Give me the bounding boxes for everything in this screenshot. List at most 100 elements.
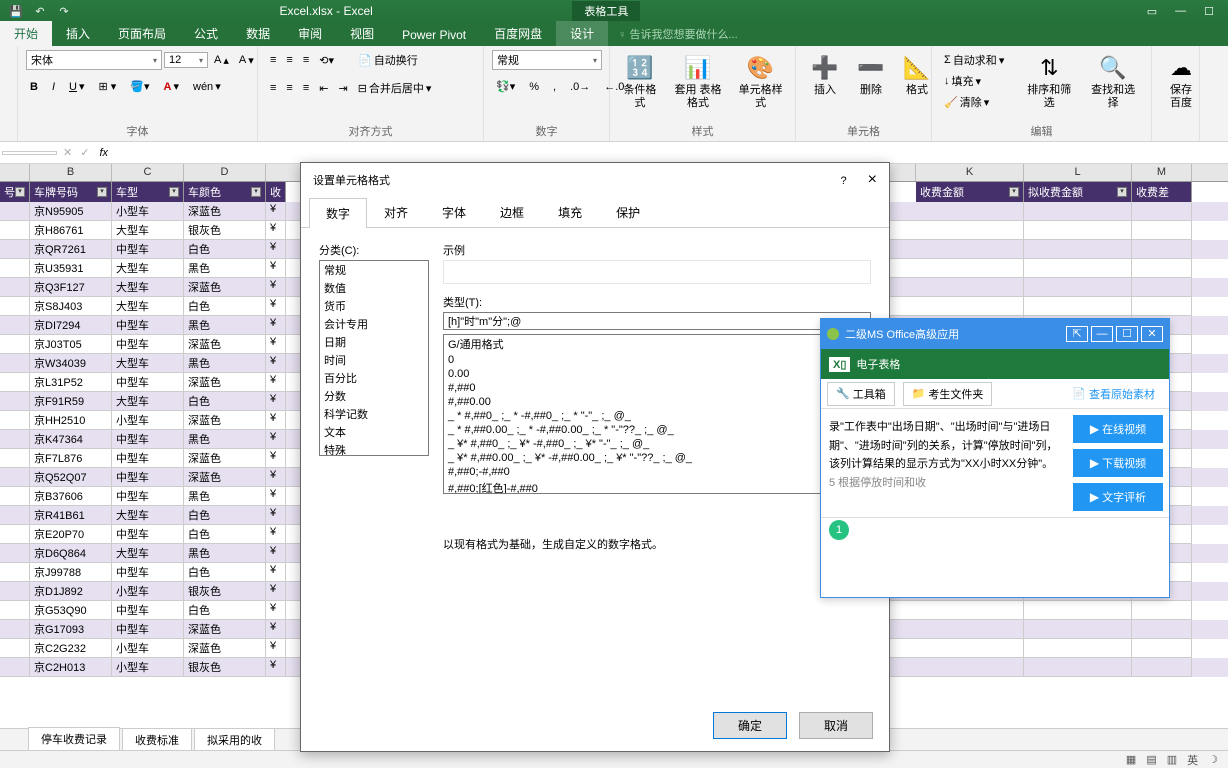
font-size-dropdown[interactable]: 12▾ — [164, 52, 208, 68]
helper-close-icon[interactable]: ✕ — [1141, 326, 1163, 342]
table-header[interactable]: 收 — [266, 182, 286, 202]
number-format-dropdown[interactable]: 常规▾ — [492, 50, 602, 70]
italic-button[interactable]: I — [48, 79, 59, 95]
font-name-dropdown[interactable]: 宋体▾ — [26, 50, 162, 70]
text-analysis-button[interactable]: ▶ 文字评析 — [1073, 483, 1163, 511]
online-video-button[interactable]: ▶ 在线视频 — [1073, 415, 1163, 443]
ok-button[interactable]: 确定 — [713, 712, 787, 739]
category-item[interactable]: 货币 — [320, 297, 428, 315]
category-item[interactable]: 文本 — [320, 423, 428, 441]
minimize-icon[interactable]: — — [1175, 5, 1186, 18]
align-middle-icon[interactable]: ≡ — [282, 52, 296, 68]
border-button[interactable]: ⊞ ▾ — [95, 78, 121, 95]
sheet-tab[interactable]: 停车收费记录 — [28, 727, 120, 752]
col-header[interactable]: K — [916, 164, 1024, 181]
helper-pin-icon[interactable]: ⇱ — [1066, 326, 1088, 342]
category-list[interactable]: 常规数值货币会计专用日期时间百分比分数科学记数文本特殊自定义 — [319, 260, 429, 456]
category-item[interactable]: 分数 — [320, 387, 428, 405]
type-item[interactable]: #,##0;[红色]-#,##0 — [444, 479, 870, 494]
ribbon-options-icon[interactable]: ▭ — [1147, 5, 1157, 18]
sort-filter-button[interactable]: ⇅排序和筛选 — [1019, 50, 1079, 112]
helper-min-icon[interactable]: — — [1091, 326, 1113, 342]
save-icon[interactable]: 💾 — [6, 5, 26, 18]
download-video-button[interactable]: ▶ 下载视频 — [1073, 449, 1163, 477]
category-item[interactable]: 数值 — [320, 279, 428, 297]
phonetic-button[interactable]: wén ▾ — [189, 78, 225, 95]
dialog-tab-border[interactable]: 边框 — [483, 197, 541, 227]
col-header[interactable]: D — [184, 164, 266, 181]
sheet-tab[interactable]: 拟采用的收 — [194, 728, 275, 751]
moon-icon[interactable]: ☽ — [1208, 753, 1218, 766]
category-item[interactable]: 会计专用 — [320, 315, 428, 333]
dialog-tab-number[interactable]: 数字 — [309, 198, 367, 228]
tab-review[interactable]: 审阅 — [284, 21, 336, 46]
inc-decimal-icon[interactable]: .0→ — [566, 79, 594, 95]
align-right-icon[interactable]: ≡ — [299, 80, 313, 96]
maximize-icon[interactable]: ☐ — [1204, 5, 1214, 18]
percent-icon[interactable]: % — [525, 79, 543, 95]
col-header[interactable]: C — [112, 164, 184, 181]
tab-home[interactable]: 开始 — [0, 21, 52, 46]
tab-data[interactable]: 数据 — [232, 21, 284, 46]
type-item[interactable]: _ ¥* #,##0.00_ ;_ ¥* -#,##0.00_ ;_ ¥* "-… — [444, 451, 870, 465]
view-layout-icon[interactable]: ▤ — [1146, 753, 1156, 766]
tab-design[interactable]: 设计 — [556, 21, 608, 46]
decrease-font-icon[interactable]: A▾ — [235, 52, 258, 69]
redo-icon[interactable]: ↷ — [54, 5, 74, 18]
type-item[interactable]: #,##0.00 — [444, 395, 870, 409]
ime-icon[interactable]: 英 — [1187, 752, 1198, 768]
tab-powerpivot[interactable]: Power Pivot — [388, 24, 480, 46]
currency-icon[interactable]: 💱▾ — [492, 78, 519, 95]
orientation-icon[interactable]: ⟲▾ — [315, 52, 338, 69]
tab-formulas[interactable]: 公式 — [180, 21, 232, 46]
table-header[interactable]: 收费差 — [1132, 182, 1192, 202]
type-item[interactable]: #,##0 — [444, 381, 870, 395]
underline-button[interactable]: U ▾ — [65, 78, 88, 95]
bold-button[interactable]: B — [26, 79, 42, 95]
tab-layout[interactable]: 页面布局 — [104, 21, 180, 46]
merge-button[interactable]: ⊟ 合并后居中 ▾ — [354, 78, 436, 98]
category-item[interactable]: 科学记数 — [320, 405, 428, 423]
folder-button[interactable]: 📁 考生文件夹 — [903, 382, 993, 406]
dialog-tab-fill[interactable]: 填充 — [541, 197, 599, 227]
conditional-format-button[interactable]: 🔢条件格式 — [618, 50, 662, 112]
font-color-button[interactable]: A▾ — [160, 78, 183, 95]
type-item[interactable]: _ * #,##0.00_ ;_ * -#,##0.00_ ;_ * "-"??… — [444, 423, 870, 437]
tab-baidu[interactable]: 百度网盘 — [480, 21, 556, 46]
name-box[interactable] — [2, 151, 57, 155]
cell-style-button[interactable]: 🎨单元格样式 — [734, 50, 787, 112]
fill-button[interactable]: ↓ 填充 ▾ — [940, 71, 1015, 91]
table-format-button[interactable]: 📊套用 表格格式 — [666, 50, 730, 112]
col-header[interactable]: M — [1132, 164, 1192, 181]
table-header[interactable]: 车型▾ — [112, 182, 184, 202]
tell-me[interactable]: 告诉我您想要做什么... — [608, 22, 747, 46]
delete-cells-button[interactable]: ➖删除 — [850, 50, 892, 99]
col-header[interactable]: B — [30, 164, 112, 181]
autosum-button[interactable]: Σ 自动求和 ▾ — [940, 50, 1015, 70]
fx-icon[interactable]: fx — [93, 147, 114, 159]
table-header[interactable]: 车牌号码▾ — [30, 182, 112, 202]
cancel-button[interactable]: 取消 — [799, 712, 873, 739]
type-item[interactable]: G/通用格式 — [444, 335, 870, 353]
view-break-icon[interactable]: ▥ — [1167, 753, 1177, 766]
sheet-tab[interactable]: 收费标准 — [122, 728, 192, 751]
helper-badge[interactable]: 1 — [829, 520, 849, 540]
toolbox-button[interactable]: 🔧 工具箱 — [827, 382, 895, 406]
type-item[interactable]: 0.00 — [444, 367, 870, 381]
category-item[interactable]: 特殊 — [320, 441, 428, 456]
tab-insert[interactable]: 插入 — [52, 21, 104, 46]
type-item[interactable]: 0 — [444, 353, 870, 367]
category-item[interactable]: 时间 — [320, 351, 428, 369]
increase-font-icon[interactable]: A▴ — [210, 52, 233, 69]
dialog-tab-align[interactable]: 对齐 — [367, 197, 425, 227]
cancel-formula-icon[interactable]: ✕ — [59, 146, 76, 159]
tab-view[interactable]: 视图 — [336, 21, 388, 46]
type-item[interactable]: _ * #,##0_ ;_ * -#,##0_ ;_ * "-"_ ;_ @_ — [444, 409, 870, 423]
category-item[interactable]: 常规 — [320, 261, 428, 279]
align-top-icon[interactable]: ≡ — [266, 52, 280, 68]
wrap-text-button[interactable]: 📄 自动换行 — [354, 50, 422, 70]
table-header[interactable]: 号▾ — [0, 182, 30, 202]
accept-formula-icon[interactable]: ✓ — [76, 146, 93, 159]
type-item[interactable]: #,##0;-#,##0 — [444, 465, 870, 479]
dialog-help-icon[interactable]: ? — [840, 175, 846, 187]
